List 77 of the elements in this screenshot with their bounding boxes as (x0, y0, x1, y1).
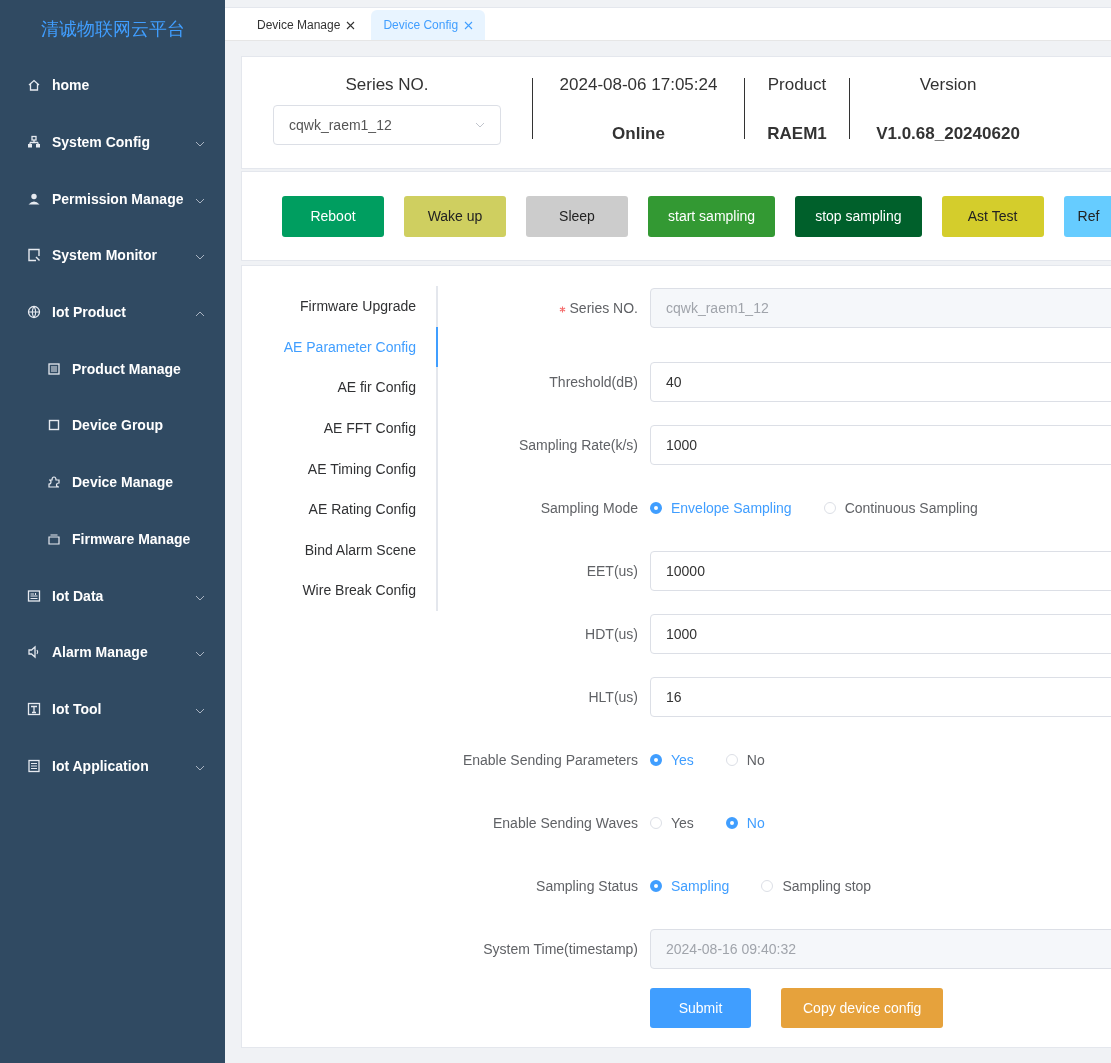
column-heading: Version (919, 75, 977, 95)
globe-icon (27, 305, 41, 320)
action-button[interactable]: Ref (1063, 195, 1111, 237)
field-label: Sampling Status (536, 877, 638, 894)
radio-option[interactable]: Continuous Sampling (823, 499, 978, 516)
page-tab[interactable]: Device Manage (245, 10, 368, 40)
config-tab[interactable]: AE FFT Config (242, 407, 438, 449)
field-label: HDT(us) (585, 625, 638, 642)
config-tab[interactable]: Wire Break Config (242, 570, 438, 611)
status-text: Online (612, 124, 665, 144)
radio-option[interactable]: No (725, 751, 765, 768)
chevron-icon (475, 122, 485, 128)
chevron-icon (195, 707, 205, 714)
input-field[interactable]: 1000 (650, 424, 1111, 465)
sidebar-menu-item[interactable]: Iot Tool (0, 680, 225, 738)
chevron-icon (195, 651, 205, 658)
action-button[interactable]: start sampling (648, 195, 776, 237)
action-button[interactable]: Wake up (404, 195, 506, 237)
radio-option[interactable]: Sampling stop (761, 877, 872, 894)
platform-logo-title: 清诚物联网云平台 (40, 18, 185, 41)
monitor-icon (27, 248, 41, 263)
field-label: HLT(us) (588, 688, 638, 705)
chevron-icon (195, 764, 205, 771)
sidebar-menu-item[interactable]: home (0, 57, 225, 114)
input-field[interactable]: 16 (650, 676, 1111, 717)
product-text: RAEM1 (767, 124, 827, 144)
chevron-icon (195, 311, 205, 318)
sidebar-menu-item[interactable]: Iot Product (0, 283, 225, 341)
hierarchy-icon (27, 135, 41, 150)
field-label: Sampling Rate(k/s) (518, 436, 638, 453)
document-icon (27, 758, 41, 773)
sidebar-submenu-item[interactable]: Device Group (0, 397, 225, 454)
version-text: V1.0.68_20240620 (876, 124, 1020, 144)
sidebar-submenu-item[interactable]: Firmware Manage (0, 510, 225, 568)
sidebar-submenu-item[interactable]: Product Manage (0, 340, 225, 398)
tray-icon (47, 531, 61, 546)
series-select[interactable]: cqwk_raem1_12 (273, 105, 501, 145)
list-icon (47, 361, 61, 376)
person-icon (27, 191, 41, 206)
field-label: System Time(timestamp) (483, 940, 638, 957)
sidebar-menu-item[interactable]: System Config (0, 113, 225, 171)
close-icon[interactable] (346, 20, 356, 30)
action-button[interactable]: Ast Test (941, 195, 1044, 237)
sidebar-menu-item[interactable]: Alarm Manage (0, 623, 225, 681)
chevron-icon (195, 141, 205, 148)
timestamp-text: 2024-08-06 17:05:24 (559, 75, 718, 95)
field-label: Enable Sending Parameters (462, 751, 638, 768)
chevron-icon (195, 254, 205, 261)
input-field[interactable]: 40 (650, 361, 1111, 402)
config-tab[interactable]: AE Rating Config (242, 488, 438, 530)
input-field[interactable]: 1000 (650, 613, 1111, 654)
input-field[interactable]: 10000 (650, 550, 1111, 591)
config-tab[interactable]: AE fir Config (242, 367, 438, 408)
square-icon (47, 418, 61, 433)
field-label: Series NO. (558, 300, 638, 316)
field-label: Threshold(dB) (549, 373, 638, 390)
field-label: EET(us) (586, 562, 638, 579)
radio-option[interactable]: Yes (650, 814, 694, 831)
column-heading: Product (767, 75, 827, 95)
chevron-icon (195, 197, 205, 204)
config-tab[interactable]: Firmware Upgrade (242, 286, 438, 327)
config-tab[interactable]: Bind Alarm Scene (242, 529, 438, 571)
field-label: Sampling Mode (540, 499, 638, 516)
field-label: Enable Sending Waves (492, 814, 638, 831)
chevron-icon (195, 594, 205, 601)
puzzle-icon (47, 475, 61, 490)
sidebar-menu-item[interactable]: System Monitor (0, 227, 225, 284)
action-button[interactable]: Sleep (526, 195, 628, 237)
speaker-icon (27, 645, 41, 660)
config-tab[interactable]: AE Timing Config (242, 448, 438, 489)
sidebar-menu-item[interactable]: Iot Data (0, 567, 225, 624)
home-icon (27, 78, 41, 93)
action-button[interactable]: stop sampling (795, 195, 922, 237)
sidebar-menu-item[interactable]: Iot Application (0, 737, 225, 794)
column-heading: Series NO. (345, 75, 429, 95)
sidebar-menu-item[interactable]: Permission Manage (0, 170, 225, 228)
sidebar-submenu-item[interactable]: Device Manage (0, 453, 225, 511)
